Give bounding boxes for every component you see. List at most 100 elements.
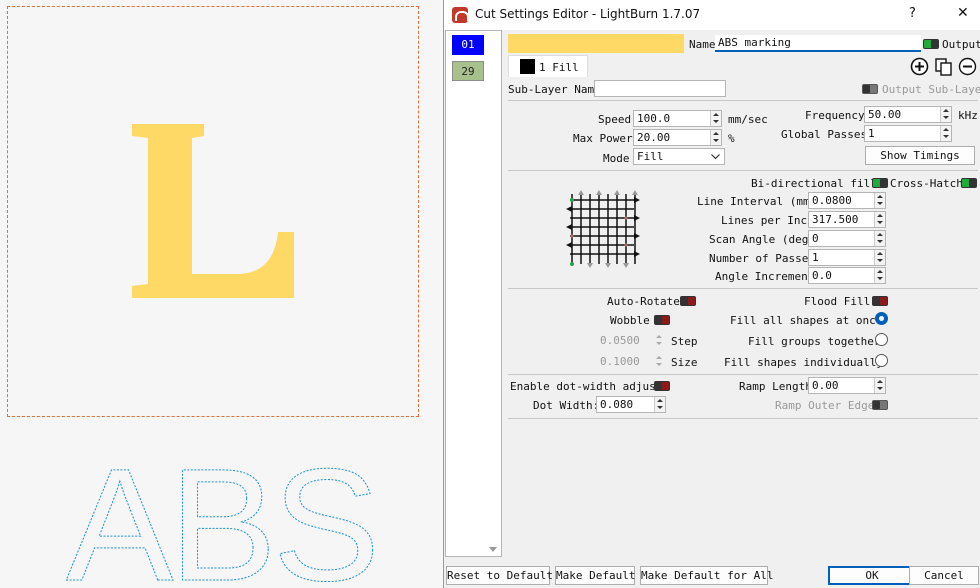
design-canvas[interactable]: ABS xyxy=(0,0,445,588)
name-label: Name xyxy=(689,38,716,51)
wobble-step-input[interactable]: 0.0500 xyxy=(596,332,666,349)
fill-all-shapes-label: Fill all shapes at once xyxy=(730,314,883,327)
lines-per-inch-input[interactable]: 317.500 xyxy=(808,211,886,228)
layer-color-swatch[interactable] xyxy=(508,34,684,53)
output-sublayer-toggle[interactable] xyxy=(862,84,878,94)
ramp-length-value: 0.00 xyxy=(812,379,839,392)
title-bar: Cut Settings Editor - LightBurn 1.7.07 ?… xyxy=(444,0,980,30)
wobble-size-spinner[interactable] xyxy=(654,354,665,369)
fill-groups-label: Fill groups together xyxy=(748,335,881,348)
speed-label: Speed xyxy=(598,113,632,126)
scan-angle-value: 0 xyxy=(812,232,819,245)
dot-width-spinner[interactable] xyxy=(654,397,665,412)
scan-angle-spinner[interactable] xyxy=(874,231,885,246)
global-passes-spinner[interactable] xyxy=(940,126,951,141)
size-label: Size xyxy=(671,356,698,369)
layer-list[interactable]: 01 29 xyxy=(445,30,502,557)
make-default-for-all-button[interactable]: Make Default for All xyxy=(640,566,773,585)
enable-dot-width-toggle[interactable] xyxy=(654,381,670,391)
mode-value: Fill xyxy=(637,150,664,163)
remove-sublayer-icon[interactable] xyxy=(958,57,977,76)
tab-fill-label: 1 Fill xyxy=(539,61,579,74)
dot-width-input[interactable]: 0.080 xyxy=(596,396,666,413)
auto-rotate-label: Auto-Rotate xyxy=(607,295,680,308)
ramp-outer-edge-toggle[interactable] xyxy=(872,400,888,410)
show-timings-button[interactable]: Show Timings xyxy=(865,146,975,165)
scan-angle-input[interactable]: 0 xyxy=(808,230,886,247)
ramp-outer-edge-label: Ramp Outer Edge xyxy=(775,399,875,412)
ramp-length-label: Ramp Length xyxy=(739,380,812,393)
help-button[interactable]: ? xyxy=(909,6,916,21)
flood-fill-label: Flood Fill xyxy=(804,295,871,308)
chevron-down-icon xyxy=(711,154,720,160)
duplicate-sublayer-icon[interactable] xyxy=(934,57,953,76)
bidirectional-fill-toggle[interactable] xyxy=(872,178,888,188)
outline-text-glyphs: ABS xyxy=(66,458,376,588)
max-power-input[interactable]: 20.00 xyxy=(633,129,722,146)
auto-rotate-toggle[interactable] xyxy=(680,296,696,306)
separator xyxy=(508,288,978,289)
global-passes-label: Global Passes xyxy=(781,128,868,141)
reset-to-default-button[interactable]: Reset to Default xyxy=(446,566,553,585)
dot-width-label: Dot Width: xyxy=(533,399,600,412)
fill-individually-radio[interactable] xyxy=(875,354,888,367)
wobble-label: Wobble xyxy=(610,314,650,327)
separator xyxy=(508,418,978,419)
max-power-spinner[interactable] xyxy=(710,130,721,145)
lightburn-app-icon xyxy=(452,7,469,23)
name-input[interactable]: ABS marking xyxy=(715,35,921,52)
angle-increment-spinner[interactable] xyxy=(874,268,885,283)
add-sublayer-icon[interactable] xyxy=(910,57,929,76)
wobble-toggle[interactable] xyxy=(654,315,670,325)
speed-input[interactable]: 100.0 xyxy=(633,110,722,127)
number-of-passes-value: 1 xyxy=(812,251,819,264)
cancel-button[interactable]: Cancel xyxy=(909,566,979,585)
max-power-label: Max Power xyxy=(573,132,633,145)
layer-item-29[interactable]: 29 xyxy=(452,61,484,81)
sublayer-name-input[interactable] xyxy=(594,80,726,97)
layer-item-01[interactable]: 01 xyxy=(452,35,484,55)
sublayer-name-label: Sub-Layer Name xyxy=(508,83,601,96)
fill-groups-radio[interactable] xyxy=(875,333,888,346)
fill-all-shapes-radio[interactable] xyxy=(875,312,888,325)
line-interval-value: 0.0800 xyxy=(812,194,852,207)
ramp-length-input[interactable]: 0.00 xyxy=(808,377,886,394)
flood-fill-toggle[interactable] xyxy=(872,296,888,306)
frequency-unit: kHz xyxy=(958,109,978,122)
enable-dot-width-label: Enable dot-width adjust xyxy=(510,380,663,393)
speed-spinner[interactable] xyxy=(710,111,721,126)
number-of-passes-input[interactable]: 1 xyxy=(808,249,886,266)
line-interval-label: Line Interval (mm) xyxy=(697,195,817,208)
ok-button[interactable]: OK xyxy=(828,566,916,585)
scroll-down-arrow-icon[interactable] xyxy=(489,547,497,552)
crosshatch-label: Cross-Hatch xyxy=(890,177,963,190)
line-interval-spinner[interactable] xyxy=(874,193,885,208)
fill-individually-label: Fill shapes individually xyxy=(724,356,883,369)
scan-angle-label: Scan Angle (deg) xyxy=(709,233,815,246)
outline-text-abs[interactable]: ABS xyxy=(66,458,386,588)
global-passes-value: 1 xyxy=(868,127,875,140)
lines-per-inch-spinner[interactable] xyxy=(874,212,885,227)
lines-per-inch-value: 317.500 xyxy=(812,213,859,226)
lines-per-inch-label: Lines per Inch xyxy=(721,214,814,227)
crosshatch-toggle[interactable] xyxy=(961,178,977,188)
wobble-step-spinner[interactable] xyxy=(654,333,665,348)
output-toggle[interactable] xyxy=(923,39,939,49)
frequency-spinner[interactable] xyxy=(940,107,951,122)
close-icon[interactable]: ✕ xyxy=(957,5,969,21)
wobble-step-value: 0.0500 xyxy=(600,334,640,347)
separator xyxy=(508,374,978,375)
angle-increment-input[interactable]: 0.0 xyxy=(808,267,886,284)
wobble-size-input[interactable]: 0.1000 xyxy=(596,353,666,370)
line-interval-input[interactable]: 0.0800 xyxy=(808,192,886,209)
tab-fill[interactable]: 1 Fill xyxy=(508,55,588,77)
global-passes-input[interactable]: 1 xyxy=(864,125,952,142)
filled-letter-l-shape[interactable] xyxy=(128,112,298,302)
number-of-passes-spinner[interactable] xyxy=(874,250,885,265)
make-default-button[interactable]: Make Default xyxy=(555,566,635,585)
mode-select[interactable]: Fill xyxy=(633,148,725,165)
output-sublayer-label: Output Sub-Layer xyxy=(882,83,980,96)
ramp-length-spinner[interactable] xyxy=(874,378,885,393)
bidirectional-fill-label: Bi-directional fill xyxy=(751,177,877,190)
frequency-input[interactable]: 50.00 xyxy=(864,106,952,123)
